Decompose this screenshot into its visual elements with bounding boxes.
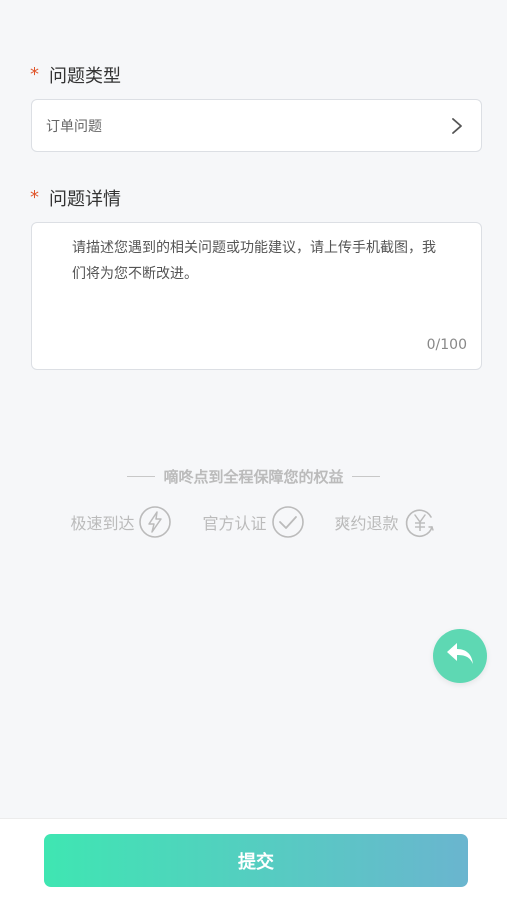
- question-type-label: * 问题类型: [30, 62, 121, 88]
- feature-label: 官方认证: [202, 514, 267, 533]
- yen-refund-icon: [403, 505, 437, 539]
- required-mark: *: [30, 64, 39, 85]
- feature-label: 极速到达: [70, 514, 135, 533]
- feedback-page: * 问题类型 订单问题 * 问题详情 0/100 嘀咚点到全程保障您的权益 极速…: [0, 0, 507, 900]
- question-detail-label: * 问题详情: [30, 185, 121, 211]
- guarantee-features: 极速到达 官方认证 爽约退款: [0, 505, 507, 539]
- guarantee-title: 嘀咚点到全程保障您的权益: [0, 466, 507, 487]
- guarantee-title-text: 嘀咚点到全程保障您的权益: [163, 468, 344, 486]
- reply-arrow-icon: [445, 641, 475, 671]
- question-type-label-text: 问题类型: [49, 66, 121, 87]
- feature-label: 爽约退款: [334, 514, 399, 533]
- question-detail-label-text: 问题详情: [49, 189, 121, 210]
- divider-right: [351, 476, 380, 477]
- question-type-select[interactable]: 订单问题: [31, 99, 482, 152]
- question-type-value: 订单问题: [46, 118, 102, 135]
- required-mark: *: [30, 187, 39, 208]
- question-detail-box: 0/100: [31, 222, 482, 370]
- question-detail-textarea[interactable]: [72, 235, 442, 325]
- divider-left: [127, 476, 156, 477]
- chevron-right-icon: [447, 116, 467, 136]
- back-fab-button[interactable]: [433, 629, 487, 683]
- lightning-icon: [138, 505, 172, 539]
- feature-fast-arrival: 极速到达: [70, 505, 172, 539]
- check-circle-icon: [271, 505, 305, 539]
- feature-no-show-refund: 爽约退款: [335, 505, 437, 539]
- feature-official-certified: 官方认证: [202, 505, 304, 539]
- bottom-bar: 提交: [0, 818, 507, 900]
- submit-button[interactable]: 提交: [44, 834, 468, 887]
- char-counter: 0/100: [426, 337, 467, 353]
